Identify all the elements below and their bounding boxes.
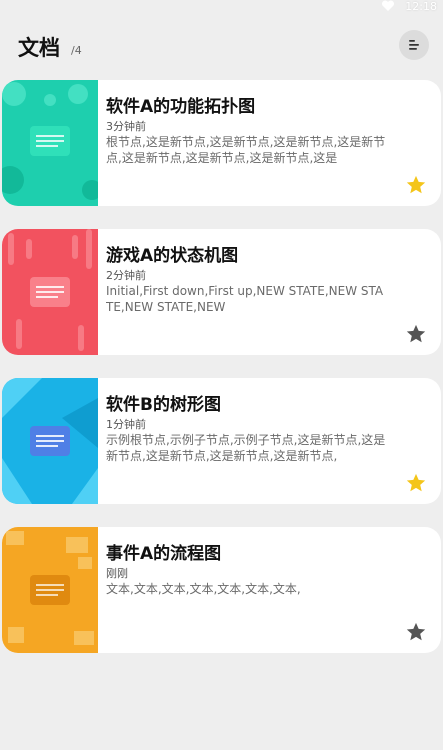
document-thumbnail [2, 527, 98, 653]
document-time: 刚刚 [106, 567, 128, 580]
document-title: 事件A的流程图 [106, 544, 222, 564]
document-card[interactable]: 软件B的树形图 1分钟前 示例根节点,示例子节点,示例子节点,这是新节点,这是新… [2, 378, 441, 504]
document-title: 软件B的树形图 [106, 395, 221, 415]
star-icon[interactable] [405, 323, 427, 345]
page-title: 文档 [18, 36, 60, 60]
document-time: 1分钟前 [106, 418, 146, 431]
star-icon[interactable] [405, 621, 427, 643]
document-count: /4 [71, 44, 82, 57]
document-card[interactable]: 游戏A的状态机图 2分钟前 Initial,First down,First u… [2, 229, 441, 355]
star-icon[interactable] [405, 174, 427, 196]
document-time: 3分钟前 [106, 120, 146, 133]
sort-button[interactable] [399, 30, 429, 60]
heart-icon [381, 0, 395, 12]
document-title: 游戏A的状态机图 [106, 246, 239, 266]
document-time: 2分钟前 [106, 269, 146, 282]
document-preview: Initial,First down,First up,NEW STATE,NE… [106, 284, 384, 314]
header: 文档 /4 [18, 30, 429, 66]
document-preview: 文本,文本,文本,文本,文本,文本,文本, [106, 582, 301, 596]
document-thumbnail [2, 80, 98, 206]
document-preview: 根节点,这是新节点,这是新节点,这是新节点,这是新节点,这是新节点,这是新节点,… [106, 135, 386, 165]
status-time: 12:18 [405, 0, 437, 13]
star-icon[interactable] [405, 472, 427, 494]
document-card[interactable]: 软件A的功能拓扑图 3分钟前 根节点,这是新节点,这是新节点,这是新节点,这是新… [2, 80, 441, 206]
document-preview: 示例根节点,示例子节点,示例子节点,这是新节点,这是新节点,这是新节点,这是新节… [106, 433, 386, 463]
document-title: 软件A的功能拓扑图 [106, 97, 256, 117]
document-card[interactable]: 事件A的流程图 刚刚 文本,文本,文本,文本,文本,文本,文本, [2, 527, 441, 653]
sort-lines-icon [409, 40, 419, 50]
document-thumbnail [2, 378, 98, 504]
status-bar: 12:18 [0, 0, 443, 18]
document-thumbnail [2, 229, 98, 355]
